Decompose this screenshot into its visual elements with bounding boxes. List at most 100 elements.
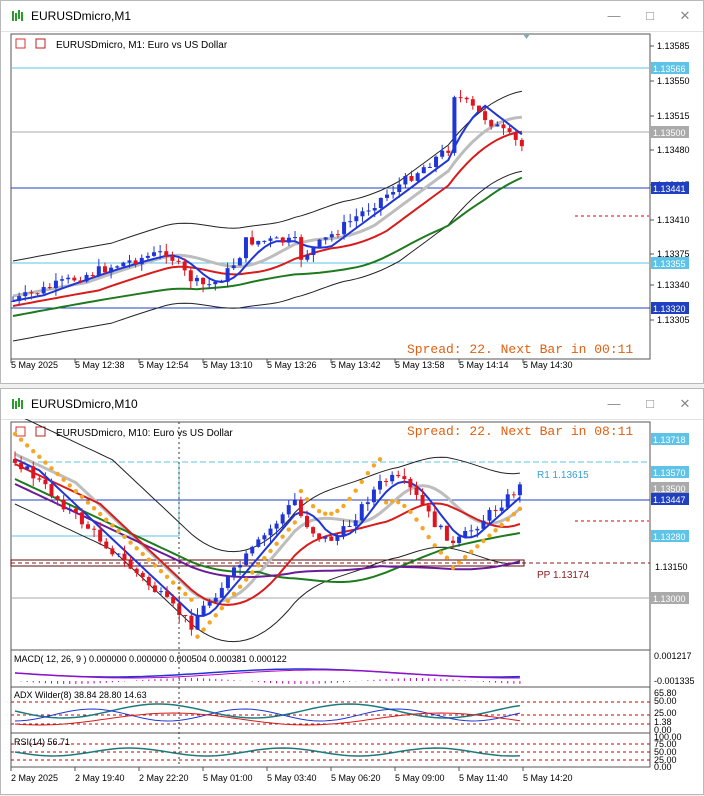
maximize-icon[interactable]: □ (639, 7, 661, 25)
candle-body (371, 489, 376, 503)
time-tick-label: 5 May 06:20 (331, 773, 381, 783)
candle-body (348, 221, 353, 223)
candle-body (256, 241, 261, 245)
price-chart-m1[interactable]: EURUSDmicro, M1: Euro vs US Dollar 1.135… (1, 31, 703, 383)
spread-info: Spread: 22. Next Bar in 08:11 (407, 424, 633, 439)
trade-icon[interactable] (35, 38, 46, 49)
title-bar[interactable]: EURUSDmicro,M1 — □ ✕ (1, 1, 703, 32)
minimize-icon[interactable]: — (603, 7, 625, 25)
candle-body (225, 576, 230, 588)
candle-body (341, 526, 346, 536)
candle-body (31, 466, 36, 479)
candle-body (475, 528, 480, 531)
candle-body (353, 520, 358, 526)
candle-body (317, 239, 322, 247)
sar-dot (481, 538, 486, 544)
price-tag-label: 1.13355 (653, 259, 686, 269)
chart-window-m10[interactable]: EURUSDmicro,M10 — □ ✕ EURUSDmicro, M10: … (0, 388, 704, 795)
chart-window-m1[interactable]: EURUSDmicro,M1 — □ ✕ EURUSDmicro, M1: Eu… (0, 0, 704, 384)
candle-body (434, 156, 439, 167)
price-chart-m10[interactable]: EURUSDmicro, M10: Euro vs US Dollar Spre… (1, 419, 703, 796)
candle-body (378, 197, 383, 208)
candle-body (457, 536, 462, 544)
candle-body (60, 279, 65, 281)
time-tick-label: 5 May 13:10 (203, 360, 253, 370)
trade-icon[interactable] (35, 426, 46, 437)
depth-icon[interactable] (15, 426, 26, 437)
candle-body (47, 286, 52, 289)
candle-body (421, 167, 426, 174)
minimize-icon[interactable]: — (603, 395, 625, 413)
sar-dot (49, 466, 54, 471)
sar-dot (170, 580, 176, 585)
candle-body (109, 267, 114, 273)
candle-body (98, 529, 103, 542)
candle-body (232, 567, 236, 577)
candle-body (499, 507, 504, 511)
title-bar[interactable]: EURUSDmicro,M10 — □ ✕ (1, 389, 703, 420)
time-tick-label: 5 May 12:38 (75, 360, 125, 370)
candle-body (299, 237, 304, 260)
rsi-label: RSI(14) 56.71 (14, 737, 70, 747)
price-tag-label: 1.13500 (653, 484, 686, 494)
sar-dot (183, 591, 188, 597)
depth-icon[interactable] (15, 38, 26, 49)
candle-body (176, 260, 181, 262)
candle-body (29, 292, 34, 294)
sar-dot (225, 598, 231, 604)
sar-dot (31, 448, 36, 454)
time-tick-label: 5 May 14:20 (523, 773, 573, 783)
r1-pivot-label: R1 1.13615 (537, 470, 589, 481)
sar-dot (12, 431, 18, 437)
candle-body (13, 459, 17, 463)
sar-dot (128, 540, 133, 545)
candle-body (274, 237, 279, 239)
candle-body (145, 255, 150, 258)
candle-body (49, 484, 54, 497)
candle-body (354, 216, 359, 222)
candle-body (268, 238, 273, 241)
sar-dot (493, 528, 498, 533)
sar-dot (511, 512, 517, 517)
candle-body (37, 478, 42, 480)
candle-body (440, 150, 445, 157)
candle-body (317, 533, 322, 539)
candle-body (78, 280, 83, 282)
chart-label: EURUSDmicro, M10: Euro vs US Dollar (56, 428, 233, 439)
candle-body (458, 97, 463, 99)
candle-body (19, 462, 24, 470)
candle-body (360, 211, 365, 217)
sar-dot (487, 533, 492, 538)
sar-dot (402, 503, 407, 509)
candle-body (152, 252, 157, 256)
sar-dot (304, 497, 310, 502)
sar-dot (469, 549, 474, 554)
candle-body (501, 124, 506, 129)
candle-body (397, 184, 402, 193)
candle-body (165, 591, 170, 597)
sar-dot (201, 627, 206, 632)
candle-body (402, 476, 407, 480)
candle-body (121, 262, 126, 267)
candle-body (116, 553, 121, 555)
candle-body (134, 568, 139, 573)
time-tick-label: 5 May 13:26 (267, 360, 317, 370)
price-tag-label: 1.13500 (653, 128, 686, 138)
candle-body (170, 256, 175, 261)
candle-body (511, 494, 516, 496)
candle-body (378, 481, 382, 490)
candle-body (207, 284, 212, 286)
price-tag-label: 1.13280 (653, 532, 686, 542)
time-tick-label: 5 May 13:42 (331, 360, 381, 370)
sar-dot (377, 457, 383, 462)
close-icon[interactable]: ✕ (674, 395, 696, 413)
maximize-icon[interactable]: □ (639, 395, 661, 413)
candle-body (415, 173, 420, 181)
sar-dot (371, 463, 377, 468)
adx-label: ADX Wilder(8) 38.84 28.80 14.63 (14, 690, 147, 700)
candle-body (329, 536, 334, 541)
candle-body (189, 615, 194, 630)
candle-body (280, 237, 285, 243)
candle-body (438, 525, 443, 528)
close-icon[interactable]: ✕ (674, 7, 696, 25)
